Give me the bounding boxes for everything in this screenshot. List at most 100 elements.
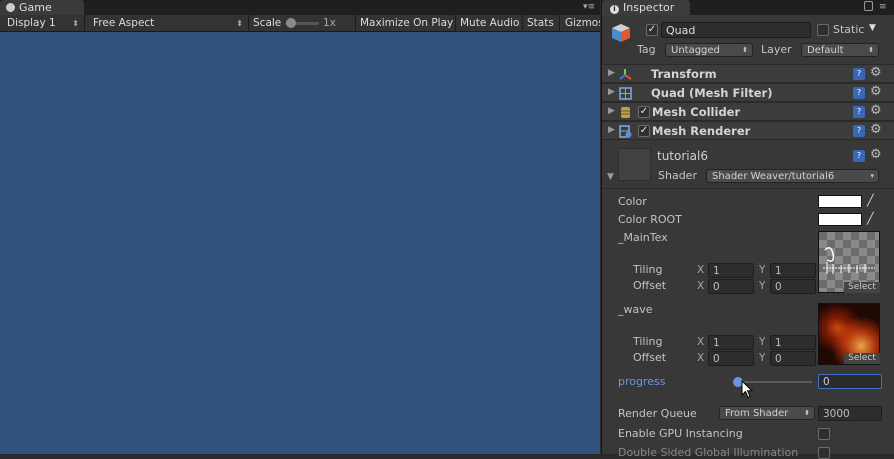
component-transform[interactable]: ▶ Transform ? ⚙ xyxy=(602,64,894,83)
lock-icon[interactable] xyxy=(864,1,873,11)
maximize-on-play-button[interactable]: Maximize On Play xyxy=(360,15,453,32)
render-queue-value-field[interactable]: 3000 xyxy=(818,406,882,421)
static-label: Static xyxy=(833,23,865,36)
component-mesh-renderer[interactable]: ▶ ✓ Mesh Renderer ? ⚙ xyxy=(602,121,894,140)
help-icon[interactable]: ? xyxy=(853,106,865,118)
double-sided-gi-checkbox[interactable] xyxy=(818,447,830,459)
updown-arrow-icon: ⬍ xyxy=(236,19,243,28)
y-label: Y xyxy=(759,352,766,364)
aspect-dropdown[interactable]: Free Aspect ⬍ xyxy=(86,15,248,32)
display-dropdown[interactable]: Display 1 ⬍ xyxy=(0,15,84,32)
maintex-tiling-y[interactable]: 1 xyxy=(770,263,816,278)
wave-label: _wave xyxy=(618,303,653,316)
shader-dropdown[interactable]: Shader Weaver/tutorial6 ▾ xyxy=(706,169,879,183)
mesh-collider-icon xyxy=(621,107,630,118)
component-title: Mesh Renderer xyxy=(652,124,751,138)
tag-dropdown[interactable]: Untagged ⬍ xyxy=(665,43,753,57)
tag-label: Tag xyxy=(637,43,656,56)
mute-audio-button[interactable]: Mute Audio xyxy=(460,15,519,32)
shader-label: Shader xyxy=(658,169,697,182)
game-tab[interactable]: Game xyxy=(0,0,84,15)
gpu-instancing-label: Enable GPU Instancing xyxy=(618,427,743,440)
gameobject-cube-icon xyxy=(610,22,632,44)
info-icon: i xyxy=(610,5,619,14)
eyedropper-icon[interactable]: ╱ xyxy=(867,194,874,207)
stats-button[interactable]: Stats xyxy=(527,15,554,32)
mouse-cursor-icon xyxy=(741,380,753,399)
layer-dropdown[interactable]: Default ⬍ xyxy=(801,43,879,57)
mesh-filter-icon xyxy=(619,87,632,100)
tag-dropdown-value: Untagged xyxy=(671,45,720,56)
color-root-label: Color ROOT xyxy=(618,213,682,226)
inspector-tab-bar: i Inspector ≡ xyxy=(602,0,894,15)
inspector-tab[interactable]: i Inspector xyxy=(602,0,690,15)
wave-offset-label: Offset xyxy=(633,351,667,364)
scale-slider-thumb[interactable] xyxy=(286,18,296,28)
maintex-select-button[interactable]: Select xyxy=(844,282,880,293)
scale-label: Scale xyxy=(253,17,282,29)
wave-tiling-y[interactable]: 1 xyxy=(770,335,816,350)
game-viewport[interactable] xyxy=(0,32,600,454)
maintex-offset-y[interactable]: 0 xyxy=(770,279,816,294)
help-icon[interactable]: ? xyxy=(853,87,865,99)
updown-arrow-icon: ⬍ xyxy=(868,46,874,54)
gear-icon[interactable]: ⚙ xyxy=(870,66,883,80)
maintex-tiling-x[interactable]: 1 xyxy=(708,263,754,278)
gear-icon[interactable]: ⚙ xyxy=(870,85,883,99)
panel-menu-icon[interactable]: ≡ xyxy=(879,2,887,12)
foldout-arrow-icon[interactable]: ▶ xyxy=(608,125,615,135)
foldout-arrow-icon[interactable]: ▶ xyxy=(608,68,615,78)
wave-offset-x[interactable]: 0 xyxy=(708,351,754,366)
layer-label: Layer xyxy=(761,43,792,56)
updown-arrow-icon: ⬍ xyxy=(72,19,79,28)
divider xyxy=(602,188,894,189)
maintex-offset-label: Offset xyxy=(633,279,667,292)
material-name: tutorial6 xyxy=(657,149,708,163)
maintex-label: _MainTex xyxy=(618,231,668,244)
component-enabled-checkbox[interactable]: ✓ xyxy=(638,106,650,118)
component-enabled-checkbox[interactable]: ✓ xyxy=(638,125,650,137)
maintex-offset-x[interactable]: 0 xyxy=(708,279,754,294)
component-mesh-collider[interactable]: ▶ ✓ Mesh Collider ? ⚙ xyxy=(602,102,894,121)
progress-label: progress xyxy=(618,375,666,388)
game-view-icon xyxy=(6,3,15,12)
gear-icon[interactable]: ⚙ xyxy=(870,123,883,137)
object-name-field[interactable]: Quad xyxy=(661,22,811,38)
help-icon[interactable]: ? xyxy=(853,68,865,80)
updown-arrow-icon: ⬍ xyxy=(742,46,748,54)
gpu-instancing-checkbox[interactable] xyxy=(818,428,830,440)
eyedropper-icon[interactable]: ╱ xyxy=(867,212,874,225)
wave-select-button[interactable]: Select xyxy=(844,353,880,364)
color-swatch[interactable] xyxy=(818,195,862,208)
y-label: Y xyxy=(759,264,766,276)
panel-menu-icon[interactable]: ▾≡ xyxy=(583,2,595,12)
game-toolbar: Display 1 ⬍ Free Aspect ⬍ Scale 1x Maximiz… xyxy=(0,15,600,32)
layer-dropdown-value: Default xyxy=(807,45,844,56)
double-sided-gi-label: Double Sided Global Illumination xyxy=(618,446,799,459)
foldout-arrow-icon[interactable]: ▶ xyxy=(608,87,615,97)
component-mesh-filter[interactable]: ▶ Quad (Mesh Filter) ? ⚙ xyxy=(602,83,894,102)
gear-icon[interactable]: ⚙ xyxy=(870,148,883,162)
active-checkbox[interactable]: ✓ xyxy=(646,24,658,36)
gizmos-button[interactable]: Gizmos xyxy=(565,15,600,32)
color-root-swatch[interactable] xyxy=(818,213,862,226)
help-icon[interactable]: ? xyxy=(853,150,865,162)
help-icon[interactable]: ? xyxy=(853,125,865,137)
gear-icon[interactable]: ⚙ xyxy=(870,104,883,118)
render-queue-dropdown[interactable]: From Shader ⬍ xyxy=(719,406,815,420)
game-tab-label: Game xyxy=(19,1,52,14)
x-label: X xyxy=(697,280,705,292)
transform-icon xyxy=(619,69,632,80)
mesh-renderer-icon xyxy=(619,125,632,138)
static-dropdown-icon[interactable]: ▼ xyxy=(869,23,876,33)
wave-tiling-x[interactable]: 1 xyxy=(708,335,754,350)
x-label: X xyxy=(697,352,705,364)
render-queue-label: Render Queue xyxy=(618,407,697,420)
foldout-open-arrow-icon[interactable]: ▼ xyxy=(607,172,614,182)
progress-value-field[interactable]: 0 xyxy=(818,374,882,389)
dropdown-arrow-icon: ▾ xyxy=(870,172,874,180)
static-checkbox[interactable] xyxy=(817,24,829,36)
foldout-arrow-icon[interactable]: ▶ xyxy=(608,106,615,116)
component-title: Quad (Mesh Filter) xyxy=(651,86,773,100)
wave-offset-y[interactable]: 0 xyxy=(770,351,816,366)
